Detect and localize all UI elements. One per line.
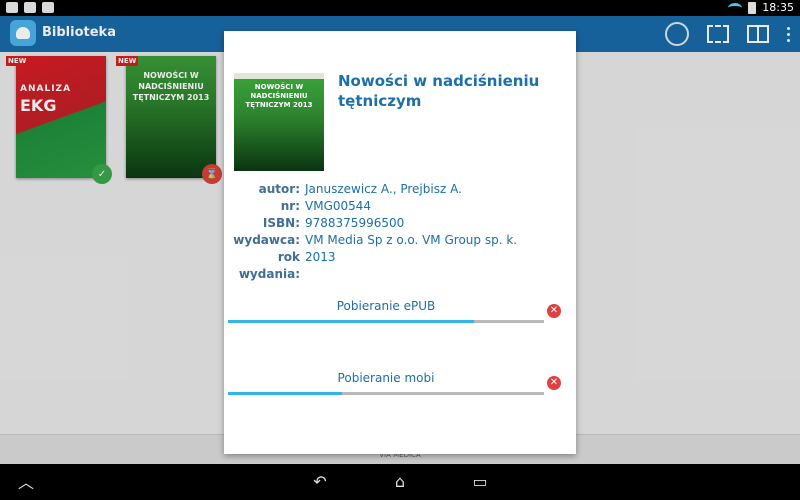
photo-icon <box>24 2 36 13</box>
system-icons: 18:35 <box>728 1 794 14</box>
android-icon <box>42 2 54 13</box>
isbn-label: ISBN: <box>262 216 300 230</box>
dialog-book-cover: NOWOŚCI W NADCIŚNIENIU TĘTNICZYM 2013 <box>234 73 324 171</box>
download-mobi: Pobieranie mobi <box>228 371 544 395</box>
image-icon <box>6 2 18 13</box>
recent-apps-icon[interactable]: ▭ <box>470 472 490 491</box>
cancel-mobi-icon[interactable]: ✕ <box>547 376 561 390</box>
publisher-value: VM Media Sp z o.o. VM Group sp. k. <box>305 233 518 247</box>
author-label: autor: <box>258 182 300 196</box>
navigation-bar: ︿ ↶ ⌂ ▭ <box>0 464 800 500</box>
metadata-row: ISBN: 9788375996500 <box>228 215 568 232</box>
download-mobi-progress <box>228 392 544 395</box>
download-mobi-progress-fill <box>228 392 342 395</box>
notification-icons <box>6 2 54 13</box>
isbn-value: 9788375996500 <box>305 216 405 230</box>
wifi-icon <box>728 2 743 13</box>
metadata-row: wydawca: VM Media Sp z o.o. VM Group sp.… <box>228 232 568 249</box>
clock: 18:35 <box>762 1 794 14</box>
download-epub-label: Pobieranie ePUB <box>336 299 436 313</box>
download-epub-progress <box>228 320 544 323</box>
publisher-label: wydawca: <box>233 233 300 247</box>
year-value: 2013 <box>305 250 336 264</box>
book-details-dialog: NOWOŚCI W NADCIŚNIENIU TĘTNICZYM 2013 No… <box>224 31 576 454</box>
battery-icon <box>748 1 757 14</box>
author-value: Januszewicz A., Prejbisz A. <box>305 182 462 196</box>
book-title: Nowości w nadciśnieniu tętniczym <box>338 72 540 110</box>
metadata-row: autor: Januszewicz A., Prejbisz A. <box>228 181 568 198</box>
chevron-up-icon[interactable]: ︿ <box>16 472 36 492</box>
status-bar: 18:35 <box>0 0 800 16</box>
back-icon[interactable]: ↶ <box>310 472 330 491</box>
dialog-cover-title: NOWOŚCI W NADCIŚNIENIU TĘTNICZYM 2013 <box>245 83 313 109</box>
download-epub: Pobieranie ePUB <box>228 299 544 323</box>
cancel-epub-icon[interactable]: ✕ <box>547 304 561 318</box>
home-icon[interactable]: ⌂ <box>390 472 410 491</box>
metadata-row: rok wydania: 2013 <box>228 249 568 281</box>
year-label: rok wydania: <box>238 250 300 281</box>
number-value: VMG00544 <box>305 199 372 213</box>
book-metadata: autor: Januszewicz A., Prejbisz A. nr: V… <box>228 181 568 281</box>
number-label: nr: <box>280 199 300 213</box>
metadata-row: nr: VMG00544 <box>228 198 568 215</box>
download-epub-progress-fill <box>228 320 475 323</box>
download-mobi-label: Pobieranie mobi <box>337 371 435 385</box>
